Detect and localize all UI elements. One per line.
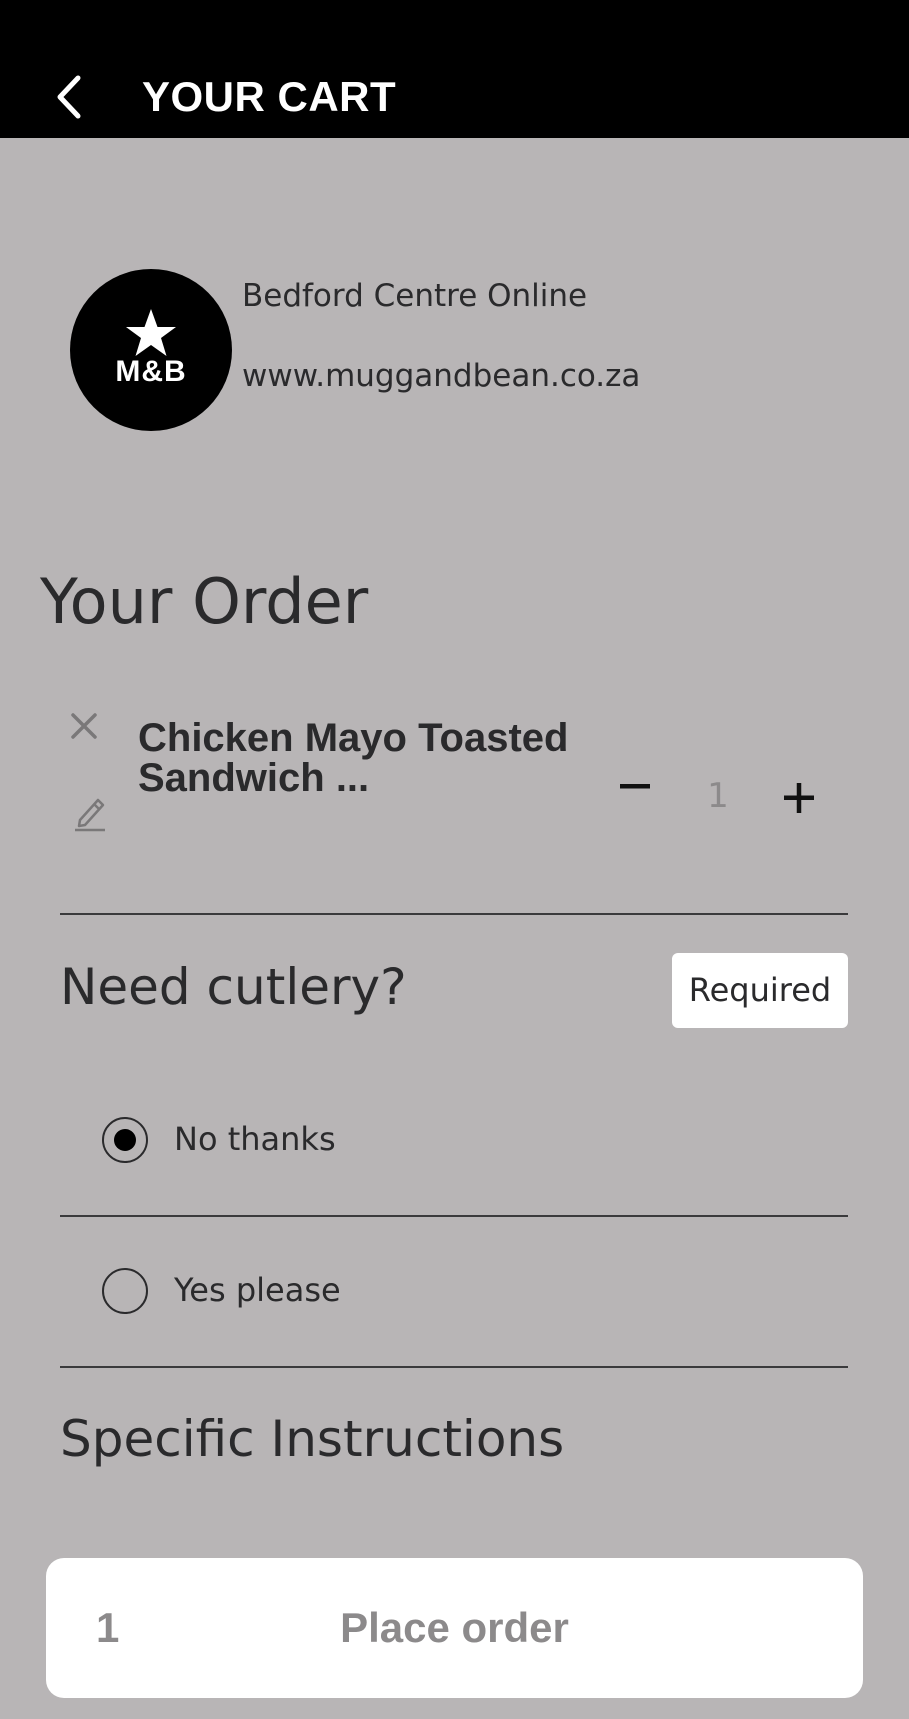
decrease-quantity-button[interactable]	[620, 775, 652, 789]
close-icon	[71, 713, 97, 739]
cutlery-option-no-thanks-radio[interactable]	[102, 1117, 148, 1163]
cutlery-option-yes-please-radio[interactable]	[102, 1268, 148, 1314]
quantity-value: 1	[707, 776, 729, 816]
pencil-icon	[75, 798, 105, 832]
instructions-heading: Specific Instructions	[60, 1410, 565, 1468]
required-badge: Required	[672, 953, 848, 1028]
star-icon	[126, 309, 176, 356]
place-order-button[interactable]: 1 Place order	[46, 1558, 863, 1698]
cutlery-option-yes-please-label[interactable]: Yes please	[174, 1271, 341, 1309]
order-heading: Your Order	[40, 565, 369, 638]
page-title: YOUR CART	[142, 73, 397, 120]
logo-text: M&B	[115, 355, 187, 388]
remove-item-button[interactable]	[68, 710, 100, 742]
item-name: Chicken Mayo Toasted Sandwich ...	[138, 716, 569, 800]
cutlery-option-no-thanks-label[interactable]: No thanks	[174, 1120, 336, 1158]
place-order-label: Place order	[340, 1604, 569, 1651]
cutlery-question: Need cutlery?	[60, 958, 407, 1016]
divider	[60, 1366, 848, 1368]
store-name: Bedford Centre Online	[242, 278, 588, 314]
increase-quantity-button[interactable]	[783, 782, 815, 814]
store-url[interactable]: www.muggandbean.co.za	[242, 358, 640, 394]
store-logo: M&B	[70, 269, 232, 431]
app-header: YOUR CART	[0, 0, 909, 138]
divider	[60, 913, 848, 915]
edit-item-button[interactable]	[72, 792, 110, 832]
plus-icon	[784, 783, 814, 813]
back-button[interactable]	[50, 70, 90, 124]
divider	[60, 1215, 848, 1217]
minus-icon	[620, 784, 650, 789]
chevron-left-icon	[57, 75, 81, 119]
